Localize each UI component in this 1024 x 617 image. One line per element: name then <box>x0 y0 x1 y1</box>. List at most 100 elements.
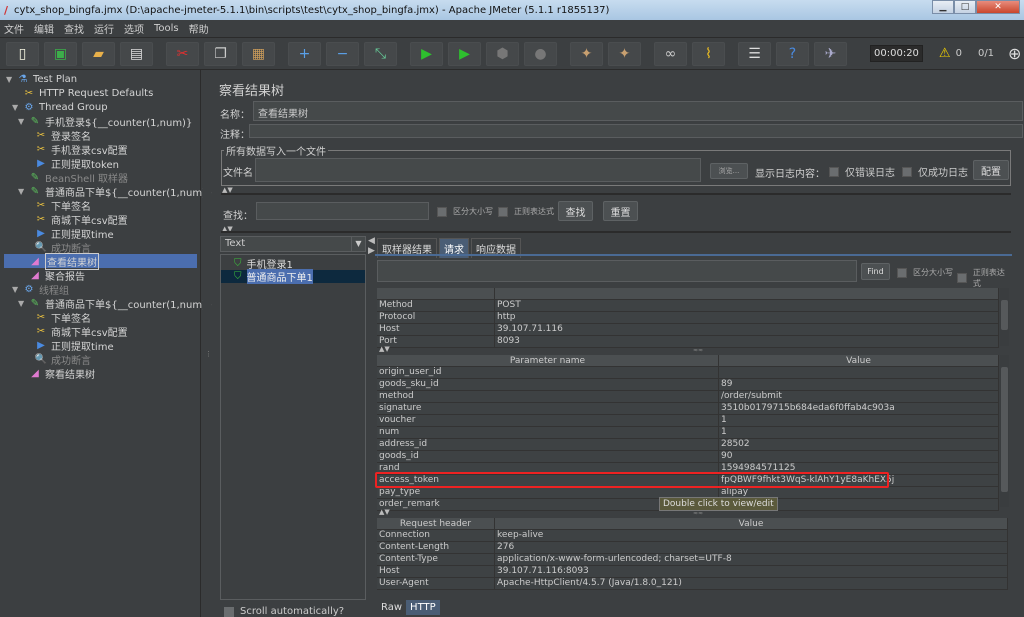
menu-search[interactable]: 查找 <box>64 21 84 36</box>
tree-node[interactable]: ▼ ✎ 普通商品下单${__counter(1,num)} <box>4 184 212 199</box>
reset-button[interactable]: 重置 <box>603 201 638 221</box>
maximize-button[interactable]: □ <box>954 0 976 14</box>
warning-icon[interactable]: ⚠ <box>939 46 951 61</box>
menu-edit[interactable]: 编辑 <box>34 21 54 36</box>
expand-toggle-icon[interactable]: ▼ <box>12 285 22 294</box>
toggle-button[interactable]: ⤡ <box>364 41 397 66</box>
checkbox-box[interactable] <box>498 206 508 217</box>
remote-status-icon[interactable]: ⊕ <box>1008 44 1021 63</box>
detail-case-sensitive-checkbox[interactable]: 区分大小写 <box>897 267 953 278</box>
save-button[interactable]: ▤ <box>120 41 153 66</box>
checkbox-box[interactable] <box>437 206 447 217</box>
splitter-arrows-icon[interactable]: ◀ ▶ <box>368 236 375 256</box>
function-helper-button[interactable]: ☰ <box>738 41 771 66</box>
table-row[interactable]: signature 3510b0179715b684eda6f0ffab4c903… <box>377 403 999 415</box>
table-row[interactable]: Content-Length 276 <box>377 542 1008 554</box>
errors-only-checkbox[interactable]: 仅错误日志 <box>829 164 895 179</box>
tree-node[interactable]: ✂ 登录签名 <box>4 128 91 143</box>
tree-node[interactable]: ✂ 商城下单csv配置 <box>4 212 128 227</box>
checkbox-box[interactable] <box>897 267 907 278</box>
comment-field[interactable] <box>249 124 1023 138</box>
column-header[interactable]: Value <box>719 355 999 366</box>
name-field[interactable]: 查看结果树 <box>253 101 1023 121</box>
collapse-arrows-icon[interactable]: ▲▼ <box>379 345 390 353</box>
splitter-grip-icon[interactable]: ≈≈ <box>693 347 703 354</box>
table-row[interactable]: method/order/submit <box>377 391 999 403</box>
tree-node[interactable]: ◢ 聚合报告 <box>4 268 85 283</box>
checkbox-box[interactable] <box>224 606 234 617</box>
scrollbar-thumb[interactable] <box>1001 367 1008 492</box>
close-button[interactable]: ✕ <box>976 0 1020 14</box>
scroll-automatically-checkbox[interactable]: Scroll automatically? <box>224 606 344 617</box>
tree-node[interactable]: ✂ 商城下单csv配置 <box>4 324 128 339</box>
tree-node[interactable]: ✂ 下单签名 <box>4 310 91 325</box>
expand-toggle-icon[interactable]: ▼ <box>6 75 16 84</box>
tree-node[interactable]: ▼ ⚗ Test Plan <box>4 72 77 86</box>
checkbox-box[interactable] <box>829 166 839 177</box>
paste-button[interactable]: ▦ <box>242 41 275 66</box>
tree-node[interactable]: ✂ 手机登录csv配置 <box>4 142 128 157</box>
minimize-button[interactable]: ▁ <box>932 0 954 14</box>
tree-node[interactable]: ▼ ✎ 普通商品下单${__counter(1,num)} <box>4 296 212 311</box>
column-header[interactable]: Parameter name <box>377 355 719 366</box>
tree-node[interactable]: ✂ 下单签名 <box>4 198 91 213</box>
chevron-down-icon[interactable]: ▼ <box>351 237 365 251</box>
table-row[interactable]: Host 39.107.71.116 <box>377 324 999 336</box>
tree-node[interactable]: ✂ HTTP Request Defaults <box>4 86 154 100</box>
tree-node[interactable]: ▶ 正则提取token <box>4 156 119 171</box>
detail-regex-checkbox[interactable]: 正则表达式 <box>957 267 1012 289</box>
clear-button[interactable]: ✦ <box>570 41 603 66</box>
tree-node[interactable]: ◢ 查看结果树 <box>4 252 197 270</box>
tree-node[interactable]: ✎ BeanShell 取样器 <box>4 170 128 185</box>
checkbox-box[interactable] <box>957 273 967 283</box>
open-button[interactable]: ▰ <box>82 41 115 66</box>
help-button[interactable]: ? <box>776 41 809 66</box>
expand-toggle-icon[interactable]: ▼ <box>12 103 22 112</box>
column-header[interactable] <box>495 288 999 299</box>
success-only-checkbox[interactable]: 仅成功日志 <box>902 164 968 179</box>
collapse-button[interactable]: − <box>326 41 359 66</box>
copy-button[interactable]: ❐ <box>204 41 237 66</box>
start-button[interactable]: ▶ <box>410 41 443 66</box>
shutdown-button[interactable]: ● <box>524 41 557 66</box>
menu-help[interactable]: 帮助 <box>189 21 209 36</box>
browse-button[interactable]: 浏览... <box>710 163 748 179</box>
table-row[interactable]: goods_sku_id 89 <box>377 379 999 391</box>
tree-node[interactable]: ▼ ⚙ Thread Group <box>4 100 108 114</box>
params-scrollbar[interactable] <box>1000 355 1009 507</box>
tree-node[interactable]: 🔍 成功断言 <box>4 352 91 367</box>
table-row[interactable]: User-Agent Apache-HttpClient/4.5.7 (Java/… <box>377 578 1008 590</box>
tree-node[interactable]: ◢ 察看结果树 <box>4 366 95 381</box>
table-row[interactable]: goods_id 90 <box>377 451 999 463</box>
clear-all-button[interactable]: ✦ <box>608 41 641 66</box>
column-header[interactable] <box>377 288 495 299</box>
expand-button[interactable]: + <box>288 41 321 66</box>
menu-tools[interactable]: Tools <box>154 23 179 34</box>
filename-field[interactable] <box>255 158 701 182</box>
result-item-selected[interactable]: ⛉ 普通商品下单1 <box>221 269 365 284</box>
stop-button[interactable]: ⬢ <box>486 41 519 66</box>
search-button[interactable]: ∞ <box>654 41 687 66</box>
case-sensitive-checkbox[interactable]: 区分大小写 <box>437 206 493 217</box>
new-button[interactable]: ▯ <box>6 41 39 66</box>
find-button[interactable]: Find <box>861 263 890 280</box>
column-header[interactable]: Value <box>495 518 1008 529</box>
templates-button[interactable]: ▣ <box>44 41 77 66</box>
table-row[interactable]: address_id 28502 <box>377 439 999 451</box>
scrollbar-thumb[interactable] <box>1001 300 1008 330</box>
find-input[interactable] <box>377 260 857 282</box>
remote-button[interactable]: ✈ <box>814 41 847 66</box>
table-row[interactable]: Content-Type application/x-www-form-urlen… <box>377 554 1008 566</box>
tree-node[interactable]: ▶ 正则提取time <box>4 338 113 353</box>
table-row[interactable]: num 1 <box>377 427 999 439</box>
table-row[interactable]: Method POST <box>377 300 999 312</box>
reset-search-button[interactable]: ⌇ <box>692 41 725 66</box>
checkbox-box[interactable] <box>902 166 912 177</box>
tab-raw[interactable]: Raw <box>377 600 406 615</box>
table-row[interactable]: Connection keep-alive <box>377 530 1008 542</box>
search-field[interactable] <box>256 202 429 220</box>
tree-node[interactable]: ▶ 正则提取time <box>4 226 113 241</box>
splitter-grip-icon[interactable]: ≈≈ <box>693 510 703 517</box>
tree-node[interactable]: ▼ ⚙ 线程组 <box>4 282 69 297</box>
table-row[interactable]: Host 39.107.71.116:8093 <box>377 566 1008 578</box>
